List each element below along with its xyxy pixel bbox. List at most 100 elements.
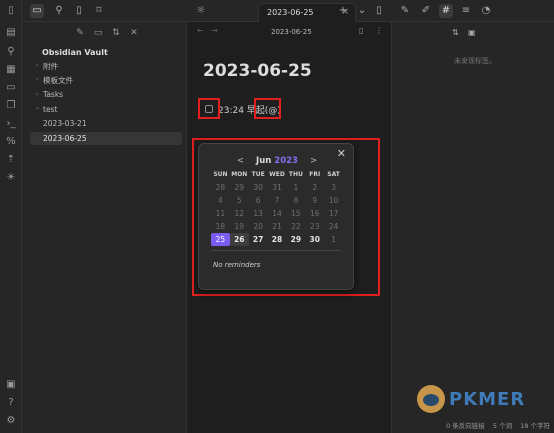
forward-icon[interactable]: → — [211, 26, 218, 35]
weekday-label: TUE — [251, 171, 265, 178]
calendar-day[interactable]: 4 — [211, 194, 230, 207]
folder-arrow[interactable]: › — [36, 91, 38, 98]
tree-item-test[interactable]: test — [43, 105, 57, 114]
sort-icon[interactable]: ⇅ — [110, 27, 122, 39]
calendar-day[interactable]: 9 — [305, 194, 324, 207]
settings-icon[interactable]: ⚙ — [4, 414, 18, 428]
calendar-day[interactable]: 12 — [230, 207, 249, 220]
calendar-day[interactable]: 1 — [286, 181, 305, 194]
folder-arrow[interactable]: › — [36, 76, 38, 83]
help-icon[interactable]: ? — [4, 396, 18, 410]
new-tab-icon[interactable]: + — [336, 4, 350, 18]
tab-list-icon[interactable]: ⌄ — [355, 4, 369, 18]
folder-arrow[interactable]: ⌄ — [35, 104, 40, 111]
publish-icon[interactable]: ⇡ — [4, 153, 18, 167]
calendar-day[interactable]: 6 — [249, 194, 268, 207]
prev-month-button[interactable]: < — [237, 156, 244, 166]
tag-view-icon[interactable]: ▣ — [468, 28, 476, 37]
calendar-day[interactable]: 31 — [268, 181, 287, 194]
calendar-day-today[interactable]: 26 — [229, 233, 249, 246]
calendar-day[interactable]: 29 — [286, 233, 305, 246]
sort-tags-icon[interactable]: ⇅ — [452, 28, 459, 37]
weekday-row: SUN MON TUE WED THU FRI SAT — [211, 168, 343, 181]
plugin-icon[interactable]: ☼ — [194, 4, 208, 18]
templates-icon[interactable]: ❐ — [4, 99, 18, 113]
more-options-icon[interactable]: ⋮ — [375, 26, 383, 35]
calendar-day[interactable]: 17 — [324, 207, 343, 220]
file-switcher-icon[interactable]: ▤ — [4, 26, 18, 40]
week-row: 11 12 13 14 15 16 17 — [211, 207, 343, 220]
files-tab-icon[interactable]: ▭ — [30, 4, 44, 18]
reading-view-icon[interactable]: ▯ — [359, 26, 363, 35]
lightbulb-icon[interactable]: ☀ — [4, 171, 18, 185]
tags-icon[interactable]: # — [439, 4, 453, 18]
calendar-day[interactable]: 27 — [249, 233, 268, 246]
calendar-icon[interactable]: % — [4, 135, 18, 149]
calendar-day[interactable]: 13 — [249, 207, 268, 220]
tree-item-2023-03-21[interactable]: 2023-03-21 — [43, 119, 87, 128]
annotation-box-checkbox — [198, 98, 220, 119]
folder-arrow[interactable]: › — [36, 62, 38, 69]
tags-panel: ⇅ ▣ 未发现标签。 — [391, 22, 554, 433]
vault-switch-icon[interactable]: ▣ — [4, 378, 18, 392]
calendar-day[interactable]: 10 — [324, 194, 343, 207]
weekday-label: WED — [269, 171, 285, 178]
file-explorer: ✎ ▭ ⇅ ✕ Obsidian Vault › 附件 › 模板文件 › Tas… — [22, 22, 187, 433]
week-row: 18 19 20 21 22 23 24 — [211, 220, 343, 233]
calendar-day[interactable]: 5 — [230, 194, 249, 207]
next-month-button[interactable]: > — [310, 156, 317, 166]
calendar-day[interactable]: 21 — [268, 220, 287, 233]
calendar-day[interactable]: 30 — [305, 233, 324, 246]
editor-header: ← → 2023-06-25 ▯ ⋮ — [187, 22, 391, 42]
calendar-day[interactable]: 7 — [268, 194, 287, 207]
calendar-day[interactable]: 18 — [211, 220, 230, 233]
pkmer-logo-text: PKMER — [449, 389, 526, 410]
tree-item-2023-06-25[interactable]: 2023-06-25 — [43, 134, 87, 143]
calendar-day[interactable]: 14 — [268, 207, 287, 220]
outline-icon[interactable]: ≡ — [459, 4, 473, 18]
calendar-day[interactable]: 30 — [249, 181, 268, 194]
calendar-day[interactable]: 15 — [286, 207, 305, 220]
reminder-date-picker: ✕ < Jun 2023 > SUN MON TUE WED THU FRI SAT… — [198, 143, 354, 290]
divider — [211, 250, 341, 251]
daily-note-icon[interactable]: ▭ — [4, 81, 18, 95]
tree-item-templates[interactable]: 模板文件 — [43, 75, 73, 86]
calendar-day[interactable]: 3 — [324, 181, 343, 194]
calendar-day[interactable]: 1 — [324, 233, 343, 246]
command-palette-icon[interactable]: ›_ — [4, 117, 18, 131]
calendar-day[interactable]: 28 — [268, 233, 287, 246]
calendar-day[interactable]: 24 — [324, 220, 343, 233]
search-icon[interactable]: ⚲ — [52, 4, 66, 18]
canvas-icon[interactable]: ▦ — [4, 63, 18, 77]
back-icon[interactable]: ← — [197, 26, 204, 35]
starred-icon[interactable]: ▯ — [72, 4, 86, 18]
bookmark-icon[interactable]: ⌑ — [92, 4, 106, 18]
calendar-day[interactable]: 28 — [211, 181, 230, 194]
split-icon[interactable]: ▯ — [372, 4, 386, 18]
calendar-day[interactable]: 2 — [305, 181, 324, 194]
calendar-day[interactable]: 22 — [286, 220, 305, 233]
collapse-all-icon[interactable]: ✕ — [128, 27, 140, 39]
calendar-day[interactable]: 19 — [230, 220, 249, 233]
reminders-empty-text: No reminders — [213, 261, 261, 269]
edit-icon[interactable]: ✐ — [419, 4, 433, 18]
new-note-icon[interactable]: ✎ — [74, 27, 86, 39]
calendar-day[interactable]: 23 — [305, 220, 324, 233]
calendar-day[interactable]: 20 — [249, 220, 268, 233]
pkmer-logo-icon — [417, 385, 445, 413]
sidebar-toggle-icon[interactable]: ▯ — [4, 4, 18, 18]
calendar-day[interactable]: 29 — [230, 181, 249, 194]
new-folder-icon[interactable]: ▭ — [92, 27, 104, 39]
calendar-day[interactable]: 16 — [305, 207, 324, 220]
calendar-month: Jun — [256, 156, 272, 166]
history-icon[interactable]: ◔ — [479, 4, 493, 18]
weekday-label: SAT — [327, 171, 340, 178]
graph-icon[interactable]: ⚲ — [4, 45, 18, 59]
calendar-day[interactable]: 11 — [211, 207, 230, 220]
tree-item-tasks[interactable]: Tasks — [43, 90, 63, 99]
calendar-day[interactable]: 8 — [286, 194, 305, 207]
pen-icon[interactable]: ✎ — [398, 4, 412, 18]
tree-item-attachments[interactable]: 附件 — [43, 61, 58, 72]
calendar-day-selected[interactable]: 25 — [211, 233, 230, 246]
backlinks-count[interactable]: 0 条反向链接 — [446, 422, 485, 430]
